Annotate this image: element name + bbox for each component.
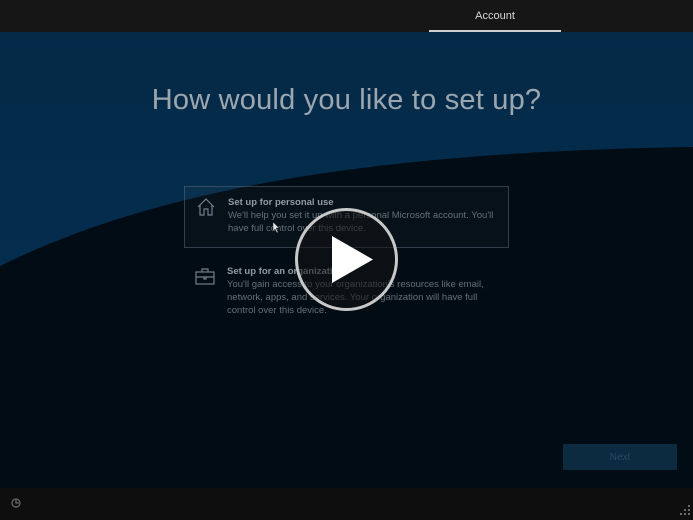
bottom-bar bbox=[0, 488, 693, 520]
tab-account[interactable]: Account bbox=[429, 0, 561, 32]
video-play-button[interactable] bbox=[295, 208, 398, 311]
mouse-cursor-icon bbox=[273, 222, 280, 233]
top-bar: Account bbox=[0, 0, 693, 32]
resize-grip-icon[interactable] bbox=[679, 504, 691, 516]
play-icon bbox=[332, 236, 373, 283]
accessibility-icon[interactable] bbox=[9, 496, 23, 510]
next-button[interactable]: Next bbox=[563, 444, 677, 470]
